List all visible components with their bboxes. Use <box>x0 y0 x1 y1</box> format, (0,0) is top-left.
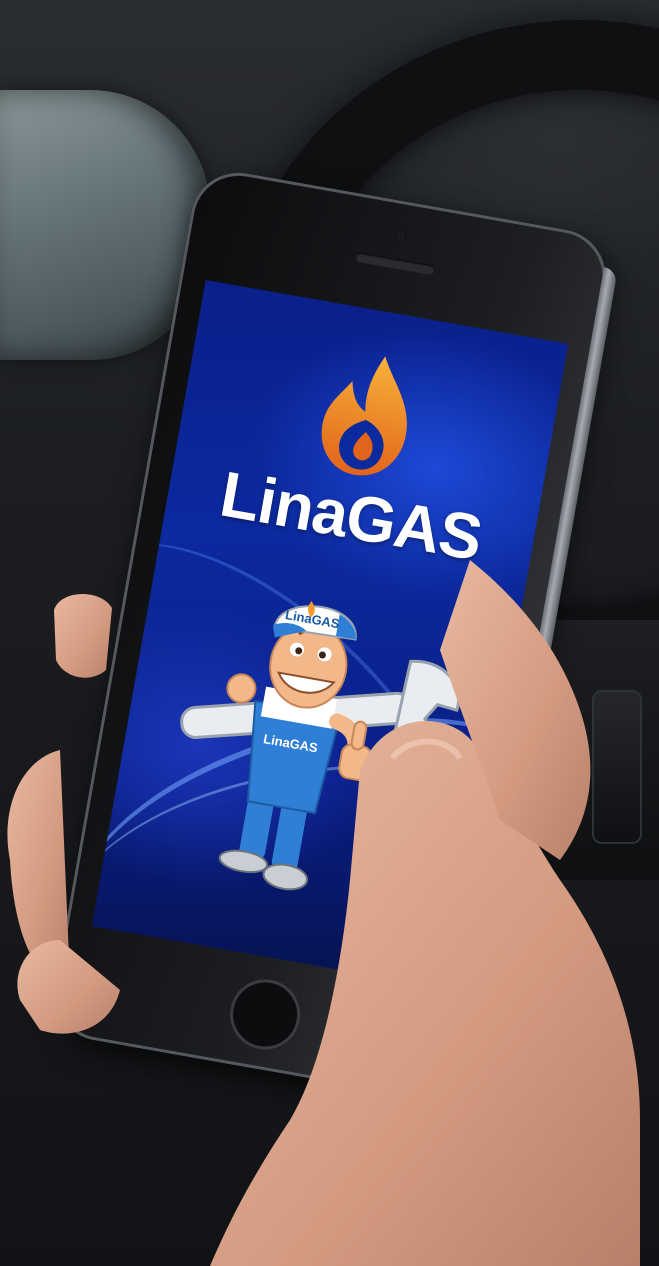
photo-scene: LinaGAS LinaGAS LinaGAS <box>0 0 659 1266</box>
holding-hand <box>7 560 640 1266</box>
front-camera <box>393 228 408 243</box>
earpiece-speaker <box>355 251 436 276</box>
flame-icon <box>321 356 407 476</box>
